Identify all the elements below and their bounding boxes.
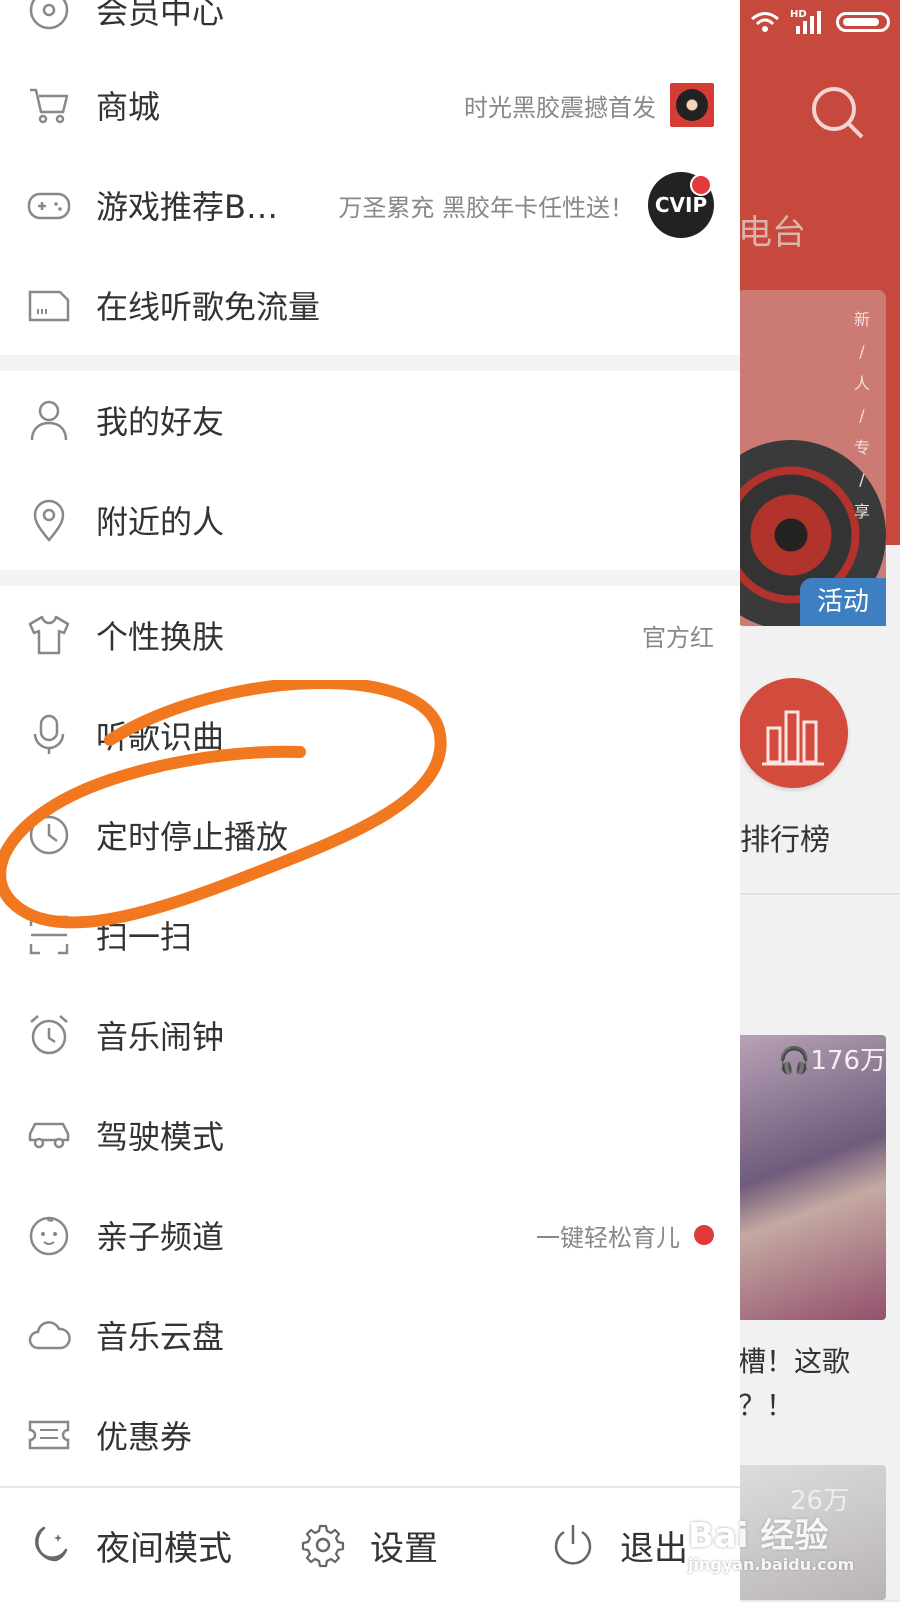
cloud-icon: [26, 1312, 72, 1358]
notification-dot: [690, 174, 712, 196]
gear-icon: [301, 1524, 345, 1568]
clock-icon: [26, 812, 72, 858]
banner-activity-tag: 活动: [800, 578, 886, 626]
notification-dot: [694, 1225, 714, 1245]
bar-chart-icon: [762, 710, 824, 766]
menu-item-cloud[interactable]: 音乐云盘: [0, 1285, 740, 1385]
mall-promo-text: 时光黑胶震撼首发: [464, 93, 656, 122]
menu-item-member-center[interactable]: 会员中心: [0, 0, 740, 60]
menu-item-skin[interactable]: 个性换肤 官方红: [0, 585, 740, 685]
wifi-icon: [750, 10, 780, 34]
menu-item-timer-stop[interactable]: 定时停止播放: [0, 785, 740, 885]
power-icon: [554, 1525, 592, 1565]
menu-item-scan[interactable]: 扫一扫: [0, 885, 740, 985]
ranking-button[interactable]: [738, 678, 848, 788]
divider: [736, 893, 900, 895]
gamepad-icon: [26, 182, 72, 228]
baby-face-icon: [26, 1212, 72, 1258]
kids-promo-text: 一键轻松育儿: [536, 1223, 680, 1252]
car-icon: [26, 1112, 72, 1158]
scan-icon: [26, 912, 72, 958]
banner-vertical-text: 新 / 人 / 专 / 享: [853, 310, 870, 521]
menu-item-nearby[interactable]: 附近的人: [0, 470, 740, 570]
section-gap: [0, 355, 740, 371]
search-icon[interactable]: [810, 85, 866, 141]
menu-item-kids[interactable]: 亲子频道 一键轻松育儿: [0, 1185, 740, 1285]
headphone-icon: 🎧: [778, 1046, 811, 1076]
signal-icon: HD: [790, 8, 826, 36]
album-title[interactable]: 槽！这歌 ？！: [738, 1340, 850, 1428]
alarm-clock-icon: [26, 1012, 72, 1058]
menu-item-coupon[interactable]: 优惠券: [0, 1385, 740, 1485]
menu-item-recognize[interactable]: 听歌识曲: [0, 685, 740, 785]
status-bar: HD: [750, 8, 890, 36]
person-icon: [26, 397, 72, 443]
section-gap: [0, 570, 740, 586]
menu-item-alarm[interactable]: 音乐闹钟: [0, 985, 740, 1085]
battery-icon: [836, 12, 890, 32]
baidu-watermark: Bai 经验 jingyan.baidu.com: [688, 1516, 855, 1574]
play-count: 🎧176万: [778, 1046, 887, 1076]
current-skin-text: 官方红: [642, 623, 714, 652]
menu-item-free-flow[interactable]: 在线听歌免流量: [0, 255, 740, 355]
side-drawer: 会员中心 商城 时光黑胶震撼首发 游戏推荐B… 万圣累充 黑胶年卡任性送！ CVI…: [0, 0, 740, 1602]
sim-card-icon: [26, 282, 72, 328]
menu-item-mall[interactable]: 商城 时光黑胶震撼首发: [0, 55, 740, 155]
hd-label: HD: [790, 9, 807, 20]
album-cover[interactable]: [736, 1035, 886, 1320]
vinyl-icon: [26, 0, 72, 33]
menu-item-friends[interactable]: 我的好友: [0, 370, 740, 470]
coupon-icon: [26, 1412, 72, 1458]
location-pin-icon: [26, 497, 72, 543]
cart-icon: [26, 82, 72, 128]
drawer-bottom-bar: 夜间模式 设置 退出: [0, 1486, 740, 1602]
promo-thumbnail: [670, 83, 714, 127]
exit-button[interactable]: 退出: [550, 1488, 688, 1602]
ranking-label: 排行榜: [740, 823, 830, 858]
night-mode-button[interactable]: 夜间模式: [26, 1488, 232, 1602]
background-tab-radio[interactable]: 电台: [738, 205, 806, 254]
game-promo-text: 万圣累充 黑胶年卡任性送！: [338, 193, 634, 222]
moon-icon: [35, 1526, 68, 1562]
microphone-icon: [26, 712, 72, 758]
cvip-badge: CVIP: [648, 172, 714, 238]
menu-item-game[interactable]: 游戏推荐B… 万圣累充 黑胶年卡任性送！ CVIP: [0, 155, 740, 255]
menu-item-driving[interactable]: 驾驶模式: [0, 1085, 740, 1185]
tshirt-icon: [26, 612, 72, 658]
background-banner[interactable]: 新 / 人 / 专 / 享: [736, 290, 886, 626]
settings-button[interactable]: 设置: [300, 1488, 438, 1602]
